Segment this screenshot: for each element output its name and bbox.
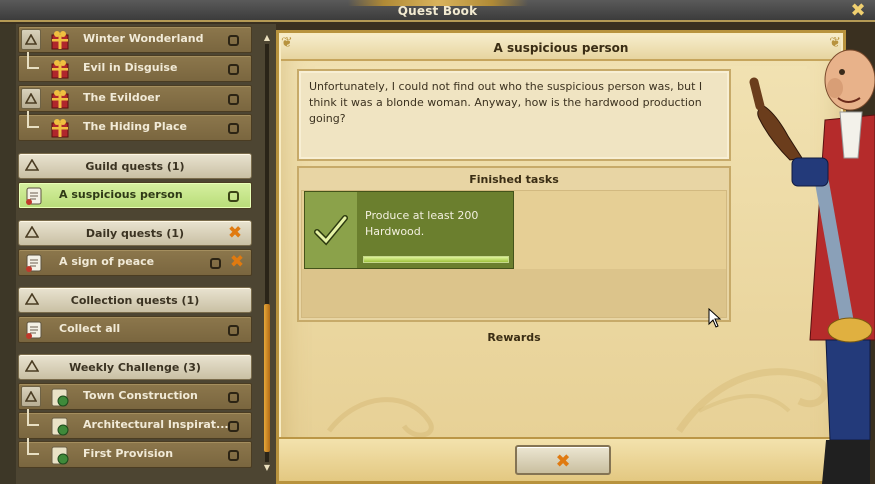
quest-label: A suspicious person [59, 188, 183, 201]
window-title-bar: Quest Book ✖ [0, 0, 875, 22]
scroll-document-icon [26, 254, 42, 272]
scroll-up-icon[interactable]: ▲ [262, 34, 272, 42]
track-checkbox[interactable] [228, 450, 239, 461]
abort-quest-icon[interactable]: ✖ [229, 254, 245, 271]
quest-story-box: Unfortunately, I could not find out who … [297, 69, 731, 161]
quest-label: Architectural Inspirat... [83, 418, 229, 431]
quest-row-first-provision[interactable]: First Provision [18, 438, 252, 468]
quest-row-winter-wonderland[interactable]: Winter Wonderland [18, 26, 252, 53]
challenge-scroll-icon [51, 388, 69, 407]
scroll-down-icon[interactable]: ▼ [262, 464, 272, 472]
collapse-arrow-icon[interactable] [21, 386, 41, 407]
section-title: Guild quests (1) [85, 160, 185, 173]
quest-row-architectural-inspiration[interactable]: Architectural Inspirat... [18, 409, 252, 439]
gift-icon [51, 90, 69, 109]
section-title: Weekly Challenge (3) [69, 361, 201, 374]
scroll-thumb[interactable] [264, 304, 270, 452]
quest-label: Evil in Disguise [83, 61, 178, 74]
mouse-cursor-icon [708, 308, 722, 328]
quest-label: The Evildoer [83, 91, 161, 104]
section-header-weekly[interactable]: Weekly Challenge (3) [18, 354, 252, 380]
quest-row-the-hiding-place[interactable]: The Hiding Place [18, 111, 252, 141]
gift-icon [51, 31, 69, 50]
tree-branch-line [27, 111, 39, 128]
checkmark-icon [314, 215, 348, 246]
close-x-icon: ✖ [555, 451, 571, 472]
tree-branch-line [27, 52, 39, 69]
scroll-document-icon [26, 187, 42, 205]
track-checkbox[interactable] [228, 35, 239, 46]
task-complete-badge [305, 192, 357, 268]
quest-row-the-evildoer[interactable]: The Evildoer [18, 85, 252, 112]
abort-quest-icon[interactable]: ✖ [227, 225, 243, 242]
quest-label: A sign of peace [59, 255, 155, 268]
challenge-scroll-icon [51, 417, 69, 436]
quest-row-a-suspicious-person[interactable]: A suspicious person [18, 182, 252, 209]
section-title: Collection quests (1) [70, 294, 200, 307]
track-checkbox[interactable] [228, 325, 239, 336]
scroll-document-icon [26, 321, 42, 339]
quest-label: Town Construction [83, 389, 198, 402]
quest-list-scrollbar[interactable]: ▲ ▼ [262, 34, 272, 474]
quest-label: Collect all [59, 322, 121, 335]
track-checkbox[interactable] [228, 191, 239, 202]
quest-label: The Hiding Place [83, 120, 188, 133]
quest-row-a-sign-of-peace[interactable]: A sign of peace ✖ [18, 249, 252, 276]
task-progress-fill [364, 257, 508, 262]
tree-branch-line [27, 438, 39, 455]
track-checkbox[interactable] [228, 94, 239, 105]
track-checkbox[interactable] [228, 64, 239, 75]
section-header-guild[interactable]: Guild quests (1) [18, 153, 252, 179]
quest-row-town-construction[interactable]: Town Construction [18, 383, 252, 410]
close-button[interactable]: ✖ [515, 445, 611, 475]
section-header-daily[interactable]: Daily quests (1) ✖ [18, 220, 252, 246]
finished-tasks-box: Produce at least 200 Hardwood. [297, 166, 731, 322]
quest-row-collect-all[interactable]: Collect all [18, 316, 252, 343]
collapse-arrow-icon[interactable] [21, 88, 41, 109]
quest-row-evil-in-disguise[interactable]: Evil in Disguise [18, 52, 252, 82]
section-header-collection[interactable]: Collection quests (1) [18, 287, 252, 313]
task-card: Produce at least 200 Hardwood. [304, 191, 514, 269]
tree-branch-line [27, 409, 39, 426]
gift-icon [51, 119, 69, 138]
track-checkbox[interactable] [228, 123, 239, 134]
corner-ornament-icon: ❦ [281, 35, 293, 51]
track-checkbox[interactable] [228, 421, 239, 432]
quest-label: First Provision [83, 447, 174, 460]
close-window-icon[interactable]: ✖ [849, 2, 867, 20]
quest-giver-character [749, 49, 875, 484]
track-checkbox[interactable] [210, 258, 221, 269]
task-text: Produce at least 200 Hardwood. [365, 209, 479, 238]
quest-label: Winter Wonderland [83, 32, 204, 45]
section-title: Daily quests (1) [85, 227, 185, 240]
gift-icon [51, 60, 69, 79]
collapse-arrow-icon[interactable] [21, 29, 41, 50]
challenge-scroll-icon [51, 446, 69, 465]
finished-tasks-title: Finished tasks [469, 173, 559, 186]
rewards-title: Rewards [487, 331, 541, 344]
window-title: Quest Book [397, 4, 478, 18]
quest-story-text: Unfortunately, I could not find out who … [309, 80, 703, 125]
track-checkbox[interactable] [228, 392, 239, 403]
tasks-list: Produce at least 200 Hardwood. [301, 190, 727, 318]
task-progress-bar [363, 256, 509, 263]
